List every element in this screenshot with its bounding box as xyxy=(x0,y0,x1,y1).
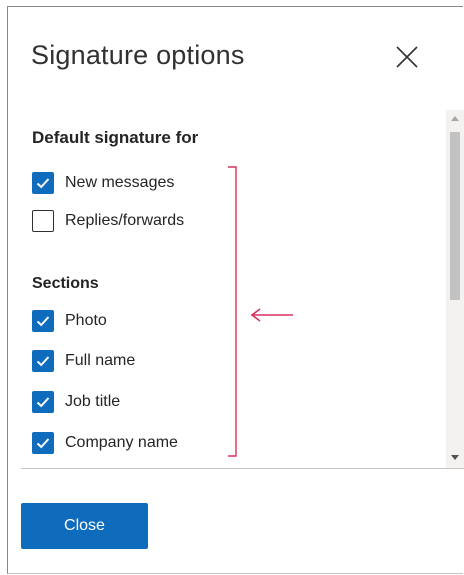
sections-heading: Sections xyxy=(32,275,99,292)
annotation-bracket-arrow xyxy=(228,166,293,457)
checkbox-checked-icon[interactable] xyxy=(32,310,54,332)
checkbox-checked-icon[interactable] xyxy=(32,172,54,194)
option-full-name[interactable]: Full name xyxy=(32,350,135,372)
checkbox-checked-icon[interactable] xyxy=(32,391,54,413)
option-label: Full name xyxy=(65,352,136,369)
option-label: New messages xyxy=(65,174,175,191)
dialog-title: Signature options xyxy=(31,40,245,70)
option-label: Job title xyxy=(65,393,121,410)
scroll-down-arrow-icon[interactable] xyxy=(450,452,460,462)
option-label: Company name xyxy=(65,434,178,451)
close-icon[interactable] xyxy=(394,44,420,70)
option-job-title[interactable]: Job title xyxy=(32,391,120,413)
option-company-name[interactable]: Company name xyxy=(32,432,178,454)
option-replies-forwards[interactable]: Replies/forwards xyxy=(32,210,184,232)
checkbox-checked-icon[interactable] xyxy=(32,432,54,454)
scrollbar-thumb[interactable] xyxy=(450,132,460,300)
option-new-messages[interactable]: New messages xyxy=(32,172,174,194)
option-photo[interactable]: Photo xyxy=(32,310,107,332)
scroll-up-arrow-icon[interactable] xyxy=(450,114,460,124)
option-label: Replies/forwards xyxy=(65,212,185,229)
option-label: Photo xyxy=(65,312,107,329)
vertical-scrollbar[interactable] xyxy=(446,110,464,468)
close-button[interactable]: Close xyxy=(21,503,148,549)
default-signature-heading: Default signature for xyxy=(32,128,199,147)
checkbox-checked-icon[interactable] xyxy=(32,350,54,372)
checkbox-unchecked-icon[interactable] xyxy=(32,210,54,232)
